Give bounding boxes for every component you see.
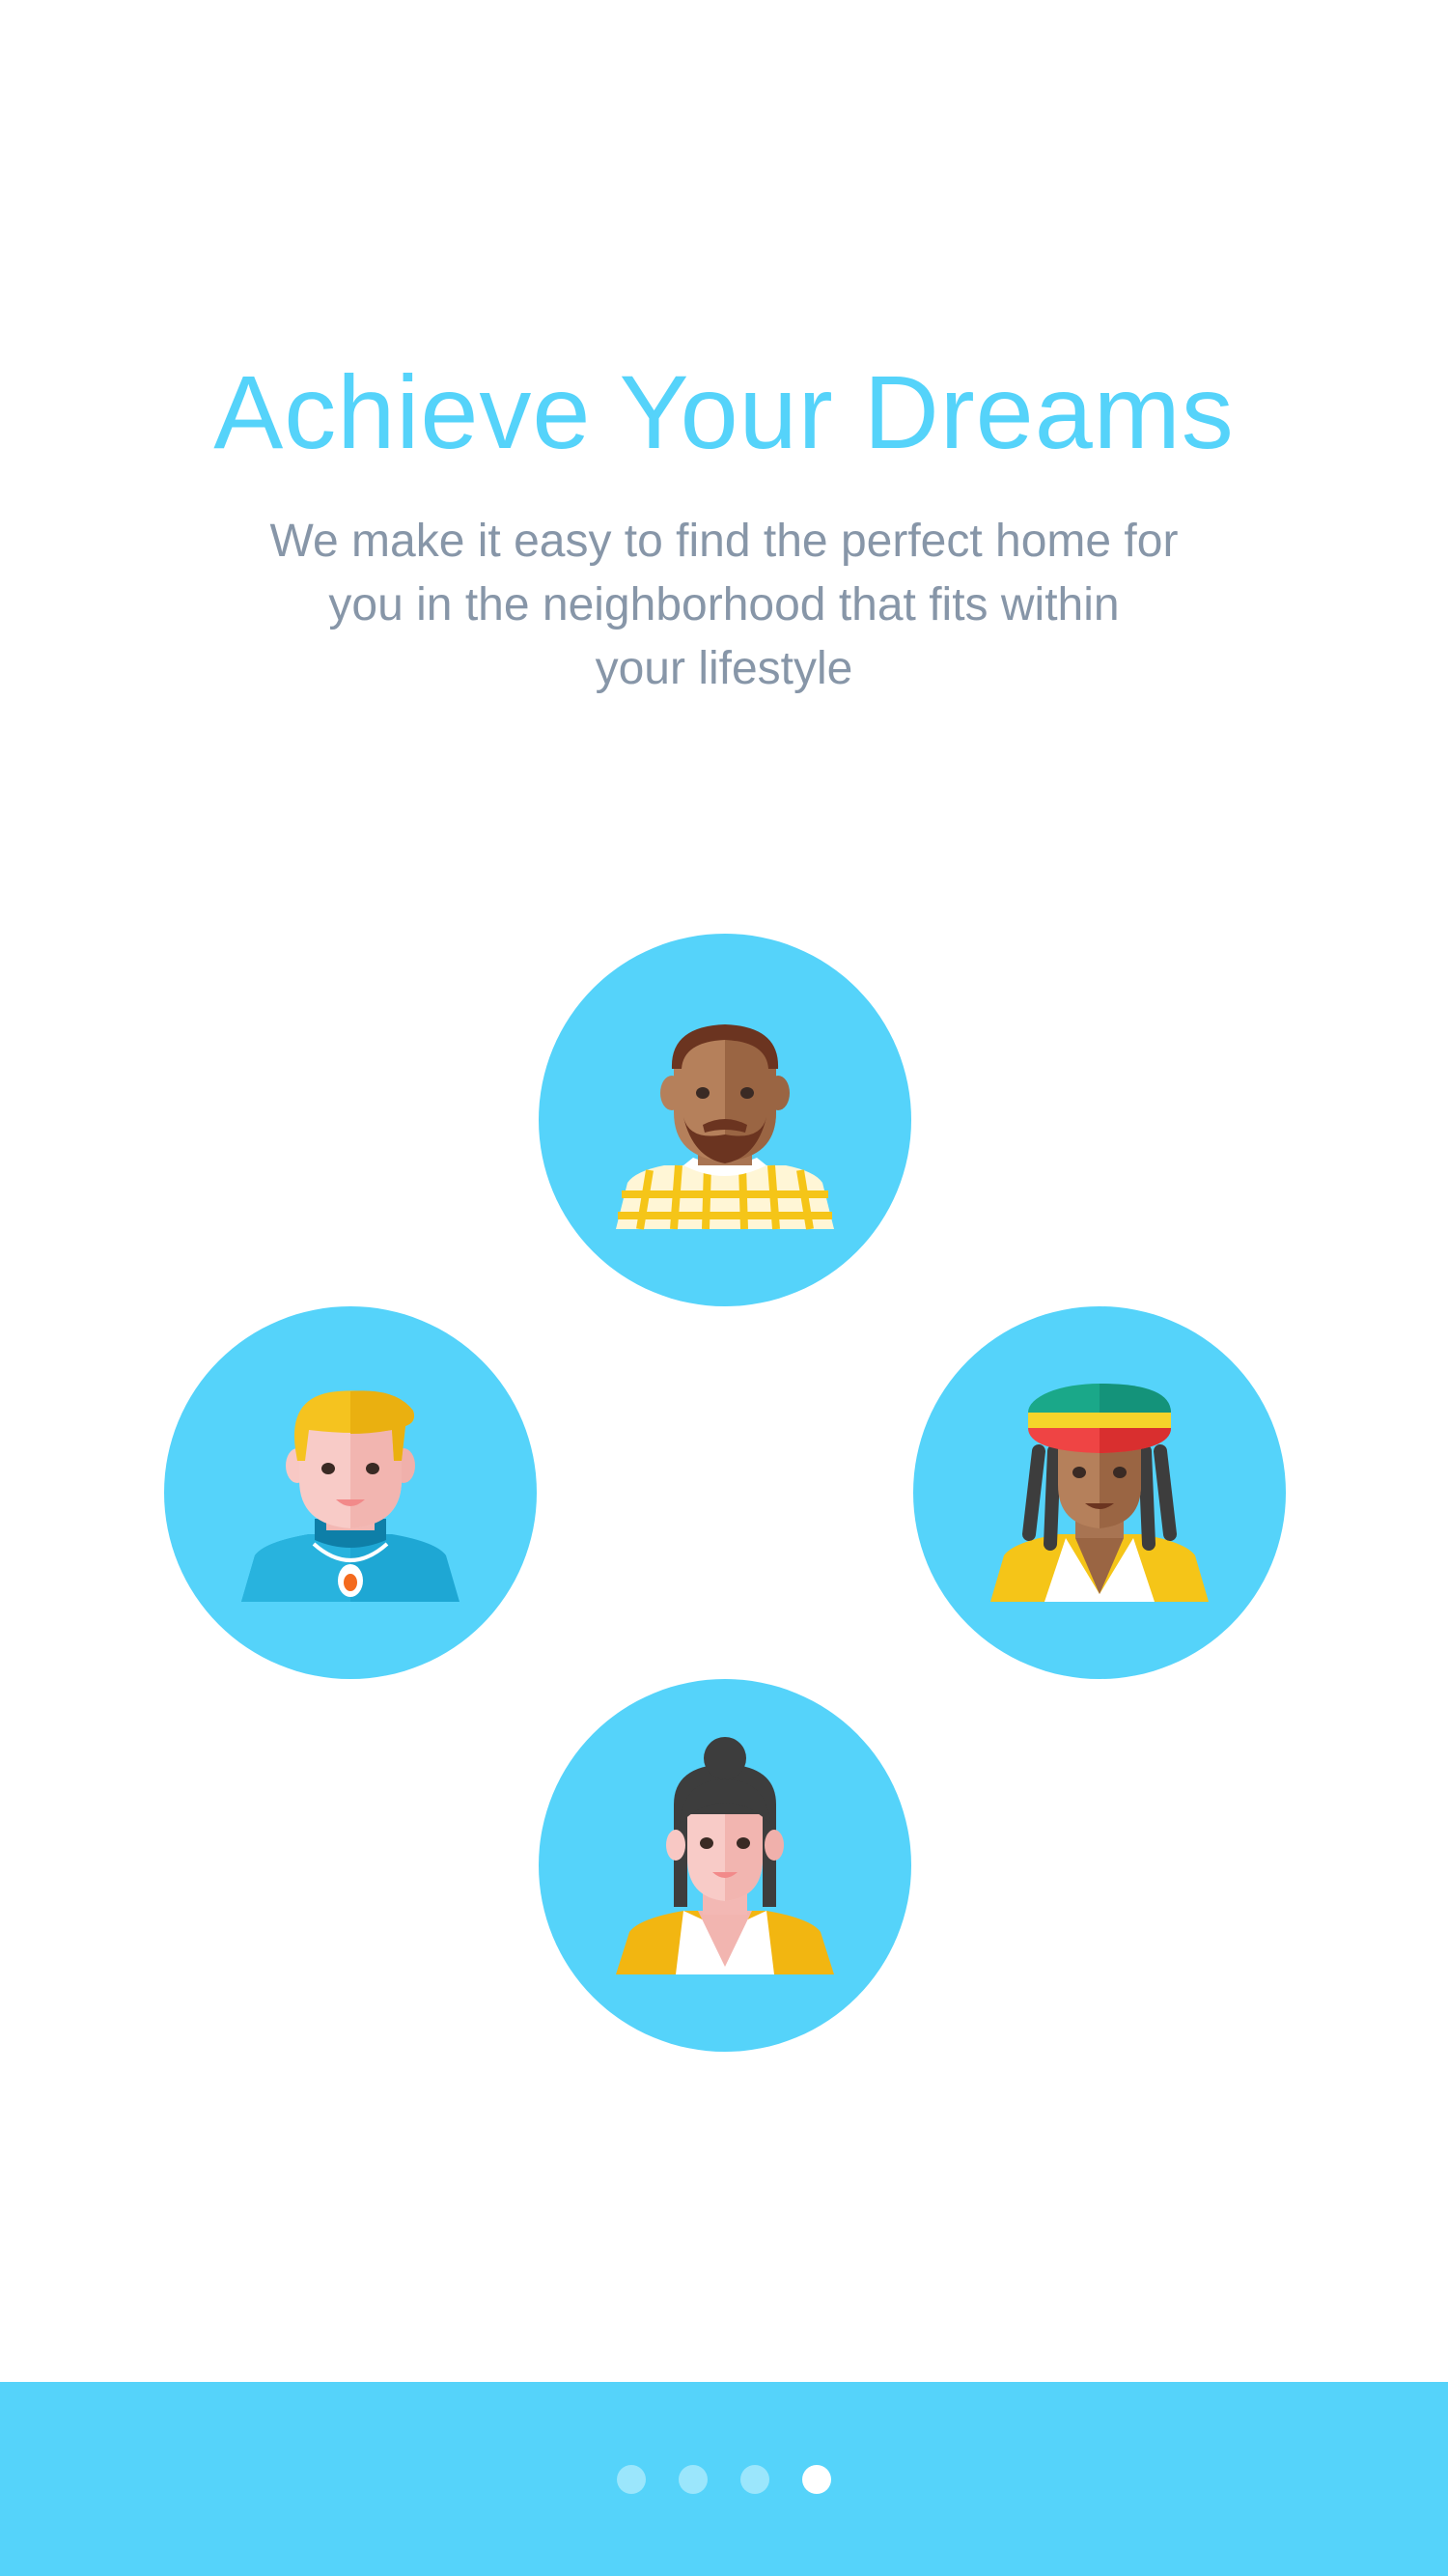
woman-with-bun-avatar-icon	[539, 1679, 911, 2052]
subtitle-line: We make it easy to find the perfect home…	[269, 516, 1179, 567]
page-title: Achieve Your Dreams	[213, 353, 1235, 470]
page-dot-1[interactable]	[617, 2465, 646, 2494]
subtitle-line: your lifestyle	[595, 643, 853, 694]
bearded-man-avatar-icon	[539, 934, 911, 1306]
page-dot-2[interactable]	[679, 2465, 708, 2494]
rasta-man-avatar-icon	[913, 1306, 1286, 1679]
page-dot-4[interactable]	[802, 2465, 831, 2494]
page-subtitle: We make it easy to find the perfect home…	[251, 510, 1197, 701]
blond-man-avatar-icon	[164, 1306, 537, 1679]
subtitle-line: you in the neighborhood that fits within	[328, 579, 1120, 630]
page-dot-3[interactable]	[740, 2465, 769, 2494]
page-indicator	[0, 2465, 1448, 2494]
